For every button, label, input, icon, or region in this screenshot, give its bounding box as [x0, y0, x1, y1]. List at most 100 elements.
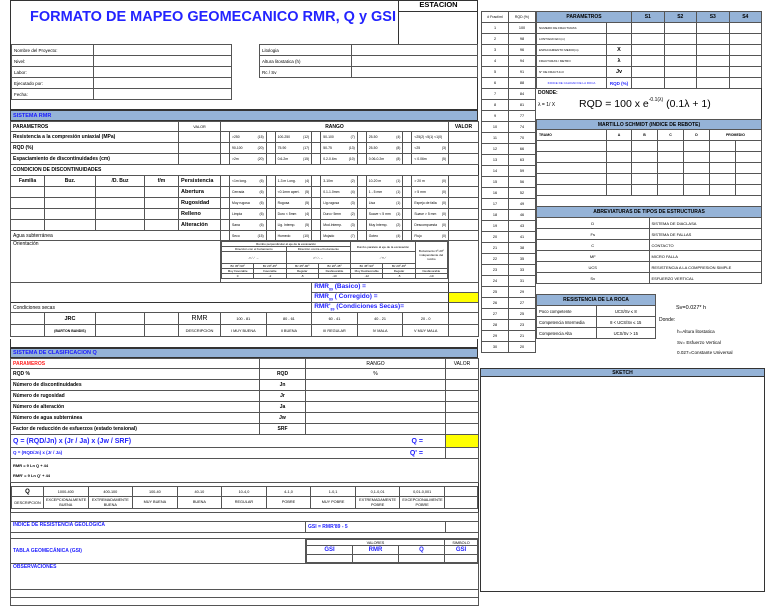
range-check[interactable] — [402, 131, 413, 143]
range-option[interactable]: Duro < 5mm (4) — [274, 208, 313, 220]
range-option[interactable]: Seco (15) — [229, 230, 267, 241]
schmidt-input[interactable] — [709, 184, 736, 196]
field-input[interactable] — [93, 88, 232, 100]
param-value[interactable] — [178, 153, 221, 165]
schmidt-input[interactable] — [606, 151, 632, 163]
param-input[interactable] — [696, 55, 730, 67]
range-option[interactable]: 0.1-1.0mm (4) — [320, 186, 358, 198]
gsi-input[interactable] — [306, 554, 353, 563]
orientation-score[interactable] — [448, 240, 479, 283]
range-option[interactable]: 0.6-2m (15) — [274, 153, 313, 165]
cond-input[interactable] — [10, 208, 45, 220]
schmidt-input[interactable] — [631, 173, 658, 185]
range-option[interactable]: Muy Intemp. (2) — [365, 219, 404, 231]
schmidt-input[interactable] — [631, 151, 658, 163]
range-option[interactable]: 25-50 (8) — [365, 142, 404, 154]
range-check[interactable] — [356, 131, 367, 143]
range-option[interactable]: Goteo (4) — [365, 230, 404, 241]
param-input[interactable] — [663, 77, 697, 89]
schmidt-input[interactable] — [735, 140, 762, 152]
range-check[interactable] — [311, 230, 322, 241]
range-option[interactable]: Suave < 5 mm (1) — [365, 208, 404, 220]
range-check[interactable] — [265, 230, 276, 241]
param-score[interactable] — [448, 153, 479, 165]
observaciones-input[interactable] — [10, 597, 479, 606]
schmidt-input[interactable] — [657, 173, 684, 185]
param-score[interactable] — [448, 175, 479, 187]
range-check[interactable] — [220, 142, 230, 154]
schmidt-input[interactable] — [683, 151, 710, 163]
range-option[interactable]: Humedo (10) — [274, 230, 313, 241]
range-option[interactable]: 50-75 (13) — [320, 142, 358, 154]
range-check[interactable] — [402, 142, 413, 154]
param-range[interactable] — [305, 390, 446, 402]
range-option[interactable]: 90-100 (20) — [229, 142, 267, 154]
range-check[interactable] — [356, 197, 367, 209]
range-check[interactable] — [356, 175, 367, 187]
schmidt-input[interactable] — [536, 140, 607, 152]
cond-input[interactable] — [44, 197, 96, 209]
param-input[interactable] — [631, 22, 665, 34]
param-input[interactable] — [696, 33, 730, 45]
range-check[interactable] — [402, 175, 413, 187]
range-check[interactable] — [220, 208, 230, 220]
schmidt-input[interactable] — [631, 184, 658, 196]
range-check[interactable] — [311, 197, 322, 209]
range-check[interactable] — [265, 208, 276, 220]
param-input[interactable] — [631, 33, 665, 45]
param-input[interactable] — [631, 55, 665, 67]
range-check[interactable] — [311, 175, 322, 187]
cond-input[interactable] — [44, 186, 96, 198]
param-input[interactable] — [696, 22, 730, 34]
param-input[interactable] — [663, 66, 697, 78]
range-check[interactable] — [220, 186, 230, 198]
range-check[interactable] — [311, 153, 322, 165]
schmidt-input[interactable] — [683, 162, 710, 174]
range-option[interactable]: Rugosa (5) — [274, 197, 313, 209]
schmidt-input[interactable] — [657, 184, 684, 196]
range-option[interactable]: >250 (15) — [229, 131, 267, 143]
schmidt-input[interactable] — [536, 184, 607, 196]
range-option[interactable]: > 5 mm (0) — [411, 186, 449, 198]
range-option[interactable]: Espejo de falla (0) — [411, 197, 449, 209]
range-check[interactable] — [265, 219, 276, 231]
range-option[interactable]: <25 (3) — [411, 142, 449, 154]
range-check[interactable] — [265, 186, 276, 198]
gsi-value[interactable] — [445, 521, 479, 533]
range-check[interactable] — [356, 142, 367, 154]
range-check[interactable] — [311, 142, 322, 154]
schmidt-input[interactable] — [631, 162, 658, 174]
range-option[interactable]: 0.06-0.2m (8) — [365, 153, 404, 165]
field-input[interactable] — [93, 55, 232, 67]
param-score[interactable] — [448, 186, 479, 198]
param-input[interactable] — [728, 66, 762, 78]
param-input[interactable] — [696, 77, 730, 89]
q-value[interactable] — [445, 447, 479, 459]
param-value[interactable] — [445, 423, 479, 435]
range-option[interactable]: <0.1mm apert. (5) — [274, 186, 313, 198]
range-check[interactable] — [356, 208, 367, 220]
param-score[interactable] — [448, 219, 479, 231]
range-option[interactable]: <25(2) <5(1) <1(0) — [411, 131, 449, 143]
param-input[interactable] — [663, 44, 697, 56]
gsi-input[interactable] — [444, 554, 478, 563]
rmr-secas-value[interactable] — [448, 302, 479, 313]
param-range[interactable] — [305, 423, 446, 435]
range-check[interactable] — [265, 153, 276, 165]
range-option[interactable]: Duro> 5mm (2) — [320, 208, 358, 220]
cond-input[interactable] — [95, 208, 145, 220]
range-option[interactable]: Sana (6) — [229, 219, 267, 231]
schmidt-input[interactable] — [657, 162, 684, 174]
schmidt-input[interactable] — [683, 184, 710, 196]
range-option[interactable]: Lig. Intemp. (5) — [274, 219, 313, 231]
schmidt-input[interactable] — [606, 162, 632, 174]
field-input[interactable] — [351, 44, 478, 56]
param-score[interactable] — [448, 230, 479, 241]
range-check[interactable] — [220, 219, 230, 231]
range-check[interactable] — [311, 208, 322, 220]
range-check[interactable] — [356, 153, 367, 165]
rmr-basico-value[interactable] — [448, 282, 479, 293]
schmidt-input[interactable] — [657, 140, 684, 152]
schmidt-input[interactable] — [735, 162, 762, 174]
jrc-value[interactable] — [95, 312, 145, 325]
